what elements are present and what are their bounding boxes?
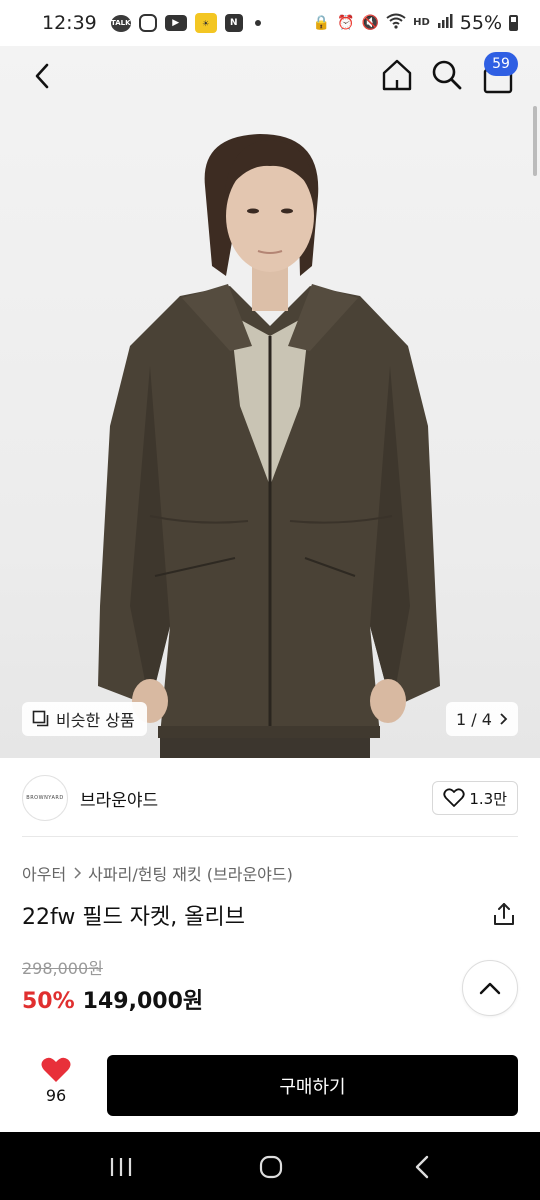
more-notifications-icon (254, 20, 261, 26)
sale-price: 149,000원 (82, 989, 204, 1014)
hd-voice-icon: HD (413, 17, 430, 28)
buy-button[interactable]: 구매하기 (107, 1055, 518, 1116)
signal-icon (437, 13, 453, 33)
similar-products-label: 비슷한 상품 (56, 711, 135, 730)
home-icon (382, 59, 412, 91)
wifi-icon (386, 13, 406, 33)
heart-filled-icon (41, 1057, 71, 1082)
recent-apps-icon (110, 1158, 132, 1176)
home-button[interactable] (378, 56, 416, 94)
page-indicator-text: 1 / 4 (456, 709, 492, 729)
recent-apps-button[interactable] (108, 1156, 134, 1178)
battery-percent: 55% (459, 12, 502, 34)
shop-name[interactable]: 브라운야드 (80, 786, 158, 811)
chevron-right-icon (74, 867, 82, 879)
naver-icon: N (224, 14, 243, 32)
breadcrumb: 아우터 사파리/헌팅 재킷 (브라운야드) (22, 861, 293, 885)
product-title: 22fw 필드 자켓, 올리브 (22, 905, 245, 930)
youtube-icon: ▶ (164, 15, 187, 31)
status-time: 12:39 (42, 12, 97, 34)
wishlist-count: 96 (45, 1086, 67, 1105)
instagram-icon (138, 14, 157, 32)
system-nav-bar (0, 1132, 540, 1200)
lock-icon: 🔒 (312, 15, 331, 31)
chevron-left-icon (35, 63, 49, 89)
chevron-up-icon (479, 982, 501, 995)
heart-outline-icon (443, 788, 465, 807)
alarm-icon: ⏰ (337, 15, 355, 31)
price-row: 50% 149,000원 (22, 983, 203, 1015)
breadcrumb-item-subcategory[interactable]: 사파리/헌팅 재킷 (브라운야드) (88, 861, 293, 885)
search-button[interactable] (428, 56, 466, 94)
app-icon: ☀ (194, 13, 217, 33)
product-image-gallery[interactable] (0, 46, 540, 758)
shop-like-count: 1.3만 (469, 789, 507, 808)
mute-icon: 🔇 (361, 15, 380, 31)
shop-logo[interactable]: BROWNYARD (22, 775, 68, 821)
scroll-to-top-button[interactable] (462, 960, 518, 1016)
product-photo (98, 134, 440, 758)
discount-rate: 50% (22, 989, 75, 1014)
breadcrumb-item-category[interactable]: 아우터 (22, 861, 66, 885)
app-bar (0, 46, 540, 106)
scrollbar[interactable] (533, 106, 537, 176)
status-bar: 12:39 TALK ▶ ☀ N 🔒 ⏰ 🔇 HD 55% (0, 0, 540, 46)
search-icon (432, 60, 462, 90)
battery-icon (509, 15, 518, 31)
system-back-button[interactable] (410, 1154, 436, 1180)
cart-count-badge: 59 (484, 52, 518, 76)
talk-icon: TALK (110, 14, 131, 32)
shop-row: BROWNYARD 브라운야드 1.3만 (22, 774, 518, 822)
shop-like-button[interactable]: 1.3만 (432, 781, 518, 815)
wishlist-button[interactable]: 96 (30, 1056, 82, 1112)
chevron-right-icon (500, 713, 508, 725)
back-arrow-icon (415, 1155, 429, 1179)
original-price: 298,000원 (22, 959, 103, 978)
back-button[interactable] (24, 58, 60, 94)
share-button[interactable] (490, 900, 518, 928)
share-icon (494, 903, 514, 925)
shop-logo-text: BROWNYARD (26, 795, 64, 801)
home-circle-icon (259, 1155, 283, 1179)
image-page-indicator[interactable]: 1 / 4 (446, 702, 518, 736)
divider (22, 836, 518, 837)
system-home-button[interactable] (258, 1154, 284, 1180)
similar-products-button[interactable]: 비슷한 상품 (22, 702, 147, 736)
similar-icon (32, 710, 49, 727)
